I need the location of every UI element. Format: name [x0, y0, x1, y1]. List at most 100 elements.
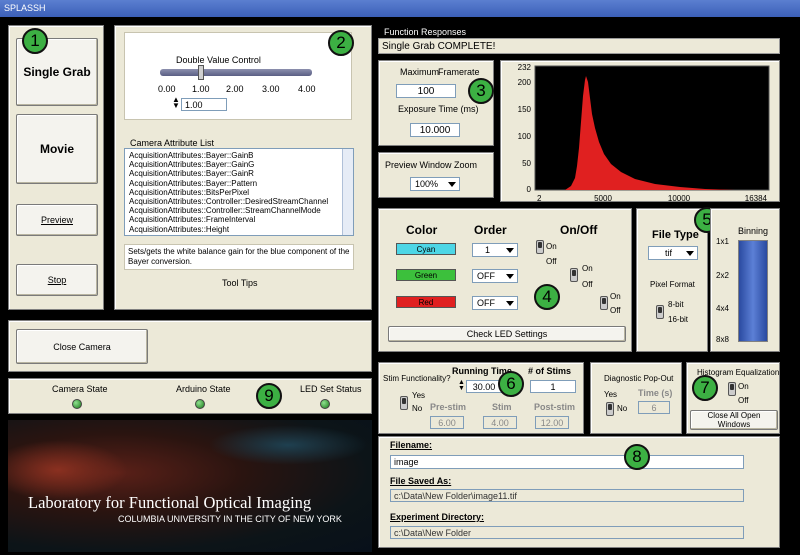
file-type-value: tif — [665, 248, 673, 258]
led-order-red-value: OFF — [477, 298, 495, 308]
file-saved-as-field: c:\Data\New Folder\image11.tif — [390, 489, 744, 502]
stim-toggle[interactable] — [400, 396, 408, 410]
led-cyan-on-label: On — [546, 242, 557, 251]
led-green-toggle[interactable] — [570, 268, 578, 282]
hist-ytick-3: 100 — [518, 132, 532, 141]
double-value-title: Double Value Control — [176, 55, 261, 65]
led-onoff-header: On/Off — [560, 223, 598, 237]
check-led-settings-button[interactable]: Check LED Settings — [388, 326, 626, 342]
attribute-list-item[interactable]: AcquisitionAttributes::Controller::Strea… — [129, 206, 353, 215]
led-red-off-label: Off — [610, 306, 621, 315]
diagnostic-toggle[interactable] — [606, 402, 614, 416]
chevron-down-icon — [506, 301, 514, 306]
slider-tick-3: 3.00 — [262, 84, 280, 94]
post-stim-input[interactable]: 12.00 — [535, 416, 569, 429]
running-time-input[interactable]: 30.00 — [466, 380, 502, 393]
filename-input[interactable]: image — [390, 455, 744, 469]
led-cyan-toggle[interactable] — [536, 240, 544, 254]
hist-ytick-4: 50 — [522, 159, 531, 168]
led-order-cyan-select[interactable]: 1 — [472, 243, 518, 257]
led-order-red-select[interactable]: OFF — [472, 296, 518, 310]
logo-title: Laboratory for Functional Optical Imagin… — [28, 493, 312, 512]
attribute-list-item[interactable]: AcquisitionAttributes::Bayer::GainB — [129, 151, 353, 160]
filename-label: Filename: — [390, 440, 433, 450]
max-framerate-label-2: Framerate — [438, 67, 480, 77]
binning-label: Binning — [738, 226, 769, 236]
attribute-list[interactable]: AcquisitionAttributes::Bayer::GainB Acqui… — [124, 148, 354, 236]
led-order-green-select[interactable]: OFF — [472, 269, 518, 283]
max-framerate-input[interactable]: 100 — [396, 84, 456, 98]
badge-4: 4 — [534, 284, 560, 310]
lab-logo-image — [8, 420, 372, 552]
experiment-directory-field: c:\Data\New Folder — [390, 526, 744, 539]
binning-tick-2x2: 2x2 — [716, 271, 729, 280]
tooltip-box: Sets/gets the white balance gain for the… — [124, 244, 354, 270]
attribute-list-item[interactable]: AcquisitionAttributes::Height — [129, 225, 353, 234]
exposure-time-input[interactable]: 10.000 — [410, 123, 460, 137]
arduino-state-label: Arduino State — [176, 384, 231, 394]
attribute-list-item[interactable]: AcquisitionAttributes::BitsPerPixel — [129, 188, 353, 197]
attribute-list-item[interactable]: AcquisitionAttributes::Bayer::GainR — [129, 169, 353, 178]
badge-7: 7 — [692, 375, 718, 401]
double-value-slider-thumb[interactable] — [198, 65, 204, 80]
led-color-red: Red — [396, 296, 456, 308]
hist-ytick-1: 200 — [518, 78, 532, 87]
attribute-list-item[interactable]: AcquisitionAttributes::FrameInterval — [129, 215, 353, 224]
binning-tick-8x8: 8x8 — [716, 335, 729, 344]
stim-functionality-label: Stim Functionality? — [383, 374, 451, 383]
diagnostic-time-label: Time (s) — [638, 388, 673, 398]
stop-button[interactable]: Stop — [16, 264, 98, 296]
slider-tick-0: 0.00 — [158, 84, 176, 94]
double-value-slider-track[interactable] — [160, 69, 312, 76]
led-color-header: Color — [406, 223, 438, 237]
stim-no-label: No — [412, 404, 423, 413]
attribute-list-item[interactable]: AcquisitionAttributes::Bayer::GainG — [129, 160, 353, 169]
attribute-list-item[interactable]: AcquisitionAttributes::Controller::Desir… — [129, 197, 353, 206]
histogram-chart: 232 200 150 100 50 0 2 5000 10000 16384 — [518, 63, 770, 202]
badge-9: 9 — [256, 383, 282, 409]
logo-glow-left — [8, 440, 128, 500]
double-value-input[interactable]: 1.00 — [181, 98, 227, 111]
logo-glow-right — [208, 425, 368, 465]
led-red-toggle[interactable] — [600, 296, 608, 310]
num-stims-input[interactable]: 1 — [530, 380, 576, 393]
led-order-green-value: OFF — [477, 271, 495, 281]
tooltip-label: Tool Tips — [222, 278, 258, 288]
function-responses-field: Single Grab COMPLETE! — [378, 38, 780, 54]
diagnostic-time-input[interactable]: 6 — [638, 401, 670, 414]
binning-slider[interactable] — [738, 240, 768, 342]
preview-zoom-select[interactable]: 100% — [410, 177, 460, 191]
zoom-panel — [378, 152, 494, 198]
pixel-format-label: Pixel Format — [650, 280, 695, 289]
close-camera-button[interactable]: Close Camera — [16, 329, 148, 364]
led-order-header: Order — [474, 223, 507, 237]
slider-tick-1: 1.00 — [192, 84, 210, 94]
stepper-icon[interactable]: ▲ ▼ — [458, 379, 465, 392]
attribute-list-title: Camera Attribute List — [130, 138, 215, 148]
led-green-off-label: Off — [582, 280, 593, 289]
experiment-directory-label: Experiment Directory: — [390, 512, 485, 522]
preview-button[interactable]: Preview — [16, 204, 98, 236]
camera-state-led — [72, 399, 82, 409]
pixel-format-toggle[interactable] — [656, 305, 664, 319]
stim-input[interactable]: 4.00 — [483, 416, 517, 429]
histeq-off-label: Off — [738, 396, 749, 405]
binning-tick-1x1: 1x1 — [716, 237, 729, 246]
movie-button[interactable]: Movie — [16, 114, 98, 184]
file-type-select[interactable]: tif — [648, 246, 698, 260]
badge-2: 2 — [328, 30, 354, 56]
attribute-list-scrollbar[interactable] — [342, 149, 353, 235]
pre-stim-input[interactable]: 6.00 — [430, 416, 464, 429]
binning-tick-4x4: 4x4 — [716, 304, 729, 313]
histogram-equalization-toggle[interactable] — [728, 382, 736, 396]
badge-1: 1 — [22, 28, 48, 54]
file-saved-as-label: File Saved As: — [390, 476, 452, 486]
attribute-list-item[interactable]: AcquisitionAttributes::Bayer::Pattern — [129, 179, 353, 188]
badge-3: 3 — [468, 78, 494, 104]
logo-subtitle: COLUMBIA UNIVERSITY IN THE CITY OF NEW Y… — [118, 514, 342, 524]
numeric-stepper-icon[interactable]: ▲ ▼ — [172, 96, 180, 110]
slider-tick-4: 4.00 — [298, 84, 316, 94]
led-green-on-label: On — [582, 264, 593, 273]
chevron-down-icon — [448, 182, 456, 187]
close-all-windows-button[interactable]: Close All Open Windows — [690, 410, 778, 430]
